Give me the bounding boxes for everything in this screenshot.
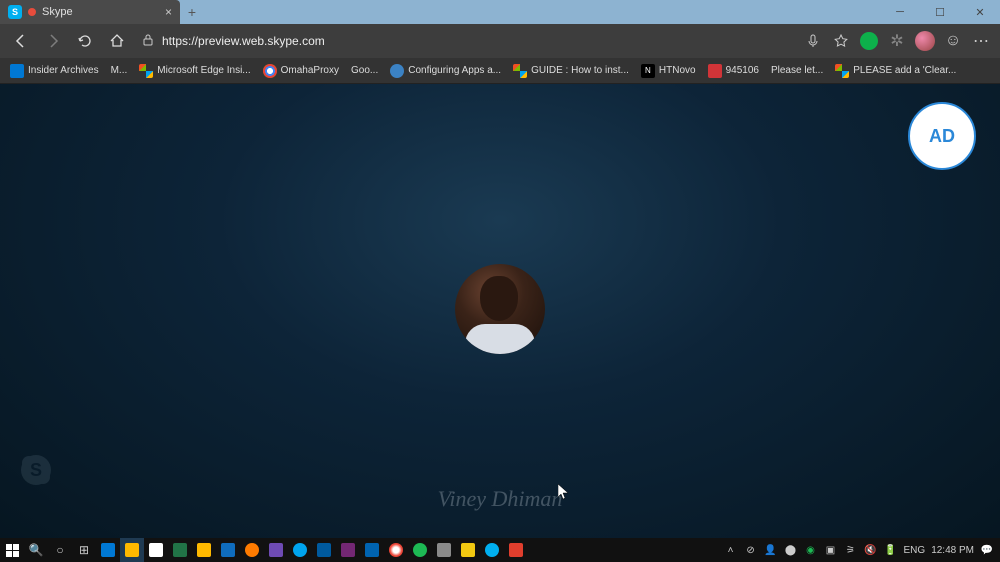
taskbar-app[interactable] [504,538,528,562]
bookmark-item[interactable]: Goo... [347,63,382,78]
minimize-button[interactable]: ─ [880,0,920,24]
bookmark-item[interactable]: PLEASE add a 'Clear... [831,62,960,80]
url-text: https://preview.web.skype.com [162,34,325,48]
taskbar-app[interactable] [120,538,144,562]
tray-people-icon[interactable]: 👤 [764,543,778,557]
svg-text:S: S [30,460,42,480]
favorite-icon[interactable] [828,28,854,54]
bookmark-item[interactable]: 945106 [704,62,763,80]
tray-icon[interactable]: ⬤ [784,543,798,557]
tray-clock[interactable]: 12:48 PM [931,545,974,556]
bookmark-item[interactable]: Insider Archives [6,62,103,80]
grammarly-icon[interactable] [856,28,882,54]
taskbar-app[interactable] [312,538,336,562]
forward-button[interactable] [38,26,68,56]
taskbar-app[interactable] [384,538,408,562]
title-bar: S Skype × + ─ ☐ ✕ [0,0,1000,24]
tray-chevron-icon[interactable]: ˄ [724,543,738,557]
taskbar-app[interactable] [240,538,264,562]
taskbar-app[interactable] [456,538,480,562]
taskbar-app[interactable] [360,538,384,562]
taskbar-app[interactable] [288,538,312,562]
bookmark-item[interactable]: Please let... [767,63,827,78]
tray-spotify-icon[interactable]: ◉ [804,543,818,557]
cortana-icon[interactable]: ○ [48,538,72,562]
search-icon[interactable]: 🔍 [24,538,48,562]
recording-indicator-icon [28,8,36,16]
taskbar-app[interactable] [480,538,504,562]
start-button[interactable] [0,538,24,562]
menu-button[interactable]: ⋯ [968,28,994,54]
taskbar-app[interactable] [336,538,360,562]
browser-tab[interactable]: S Skype × [0,0,180,24]
ad-badge[interactable]: AD [908,102,976,170]
tab-title: Skype [42,6,159,18]
taskbar: 🔍 ○ ⊞ ˄ ⊘ 👤 ⬤ ◉ ▣ ⚞ 🔇 🔋 ENG 12:48 PM 💬 [0,538,1000,562]
bookmark-item[interactable]: GUIDE : How to inst... [509,62,633,80]
extension-icon[interactable]: ✲ [884,28,910,54]
taskbar-app[interactable] [216,538,240,562]
tray-icon[interactable]: ▣ [824,543,838,557]
skype-watermark-icon: S [18,452,54,488]
feedback-icon[interactable]: ☺ [940,28,966,54]
taskbar-app[interactable] [408,538,432,562]
system-tray: ˄ ⊘ 👤 ⬤ ◉ ▣ ⚞ 🔇 🔋 ENG 12:48 PM 💬 [724,543,1000,557]
refresh-button[interactable] [70,26,100,56]
skype-favicon: S [8,5,22,19]
tray-language[interactable]: ENG [904,545,926,556]
taskbar-app[interactable] [168,538,192,562]
bookmark-item[interactable]: NHTNovo [637,62,700,80]
close-window-button[interactable]: ✕ [960,0,1000,24]
home-button[interactable] [102,26,132,56]
bookmark-item[interactable]: OmahaProxy [259,62,343,80]
taskbar-app[interactable] [96,538,120,562]
page-content: AD S Viney Dhiman [0,84,1000,538]
taskbar-app[interactable] [432,538,456,562]
new-tab-button[interactable]: + [180,0,204,24]
bookmark-item[interactable]: Configuring Apps a... [386,62,505,80]
back-button[interactable] [6,26,36,56]
profile-avatar[interactable] [912,28,938,54]
bookmark-item[interactable]: M... [107,63,132,78]
task-view-icon[interactable]: ⊞ [72,538,96,562]
signature-watermark: Viney Dhiman [438,486,563,512]
notifications-icon[interactable]: 💬 [980,543,994,557]
lock-icon [142,34,154,49]
taskbar-app[interactable] [264,538,288,562]
maximize-button[interactable]: ☐ [920,0,960,24]
bookmark-item[interactable]: Microsoft Edge Insi... [135,62,254,80]
taskbar-app[interactable] [192,538,216,562]
bookmarks-bar: Insider Archives M... Microsoft Edge Ins… [0,58,1000,84]
profile-avatar-large [455,264,545,354]
taskbar-app[interactable] [144,538,168,562]
microphone-icon[interactable] [800,28,826,54]
address-bar: https://preview.web.skype.com ✲ ☺ ⋯ [0,24,1000,58]
tray-wifi-icon[interactable]: ⚞ [844,543,858,557]
tray-battery-icon[interactable]: 🔋 [884,543,898,557]
url-field[interactable]: https://preview.web.skype.com [134,28,798,54]
tray-icon[interactable]: ⊘ [744,543,758,557]
tray-volume-icon[interactable]: 🔇 [864,543,878,557]
close-tab-icon[interactable]: × [165,5,172,19]
